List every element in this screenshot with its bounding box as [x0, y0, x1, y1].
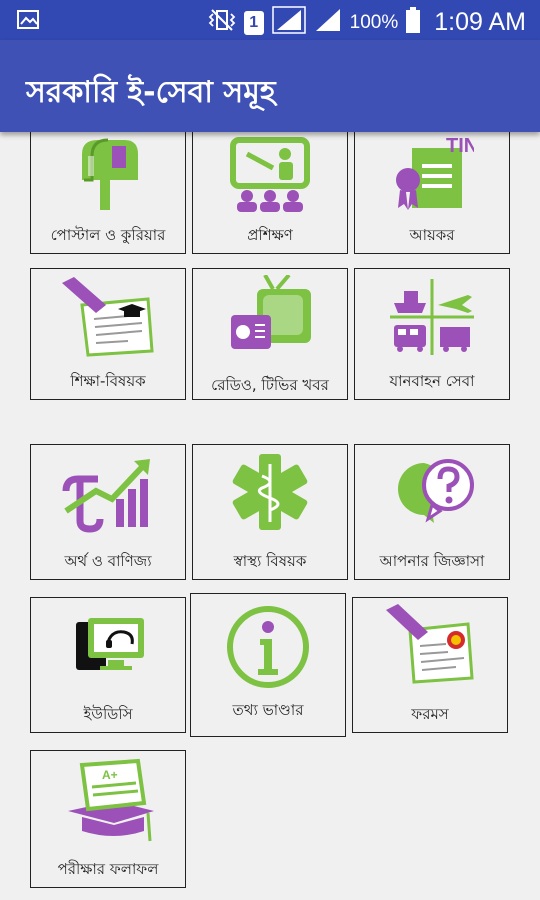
tile-label: ফরমস — [411, 705, 449, 723]
tile-your-query[interactable]: আপনার জিজ্ঞাসা — [354, 444, 510, 580]
info-icon — [191, 606, 345, 688]
battery-percent: 100% — [349, 11, 399, 33]
radio-tv-icon — [193, 275, 347, 357]
tile-info-bank[interactable]: তথ্য ভাণ্ডার — [190, 593, 346, 737]
forms-icon — [353, 604, 507, 686]
tile-education[interactable]: শিক্ষা-বিষয়ক — [30, 268, 186, 400]
tile-radio-tv-news[interactable]: রেডিও, টিভির খবর — [192, 268, 348, 400]
tile-label: ইউডিসি — [83, 705, 133, 723]
tile-label: রেডিও, টিভির খবর — [211, 376, 329, 394]
screenshot-icon — [16, 8, 42, 36]
tile-postal[interactable]: পোস্টাল ও কুরিয়ার — [30, 124, 186, 254]
signal-icon — [314, 7, 342, 38]
udc-icon — [31, 604, 185, 686]
tile-label: আয়কর — [409, 226, 455, 244]
tile-label: প্রশিক্ষণ — [247, 226, 293, 244]
tile-label: পরীক্ষার ফলাফল — [57, 860, 159, 878]
health-icon — [193, 451, 347, 533]
tile-finance-commerce[interactable]: অর্থ ও বাণিজ্য — [30, 444, 186, 580]
page-title: সরকারি ই-সেবা সমূহ — [26, 75, 276, 110]
tile-transport[interactable]: যানবাহন সেবা — [354, 268, 510, 400]
mailbox-icon — [31, 131, 185, 213]
tile-label: শিক্ষা-বিষয়ক — [70, 372, 146, 390]
tax-certificate-icon: TIN — [355, 131, 509, 213]
battery-icon — [406, 7, 421, 38]
education-icon — [31, 275, 185, 357]
clock: 1:09 AM — [434, 8, 526, 36]
tile-udc[interactable]: ইউডিসি — [30, 597, 186, 733]
tile-label: পোস্টাল ও কুরিয়ার — [50, 226, 166, 244]
training-icon — [193, 131, 347, 213]
tile-forms[interactable]: ফরমস — [352, 597, 508, 733]
exam-result-icon: A+ — [31, 757, 185, 849]
tile-label: যানবাহন সেবা — [389, 372, 475, 390]
transport-icon — [355, 275, 509, 357]
tile-label: অর্থ ও বাণিজ্য — [64, 552, 152, 570]
sim-icon: 1 — [243, 10, 264, 35]
tile-exam-result[interactable]: A+ পরীক্ষার ফলাফল — [30, 750, 186, 888]
status-bar: 1 100% 1:09 AM — [0, 0, 540, 40]
app-bar: সরকারি ই-সেবা সমূহ — [0, 40, 540, 132]
tile-label: আপনার জিজ্ঞাসা — [379, 552, 485, 570]
vibrate-icon — [208, 8, 236, 37]
tile-training[interactable]: প্রশিক্ষণ — [192, 124, 348, 254]
tile-label: তথ্য ভাণ্ডার — [232, 701, 304, 719]
signal-icon — [271, 6, 306, 39]
question-icon — [355, 451, 509, 533]
svg-text:A+: A+ — [102, 768, 118, 782]
tile-income-tax[interactable]: TIN আয়কর — [354, 124, 510, 254]
tile-label: স্বাস্থ্য বিষয়ক — [233, 552, 307, 570]
tile-health[interactable]: স্বাস্থ্য বিষয়ক — [192, 444, 348, 580]
svg-text:TIN: TIN — [446, 135, 474, 157]
finance-icon — [31, 451, 185, 533]
